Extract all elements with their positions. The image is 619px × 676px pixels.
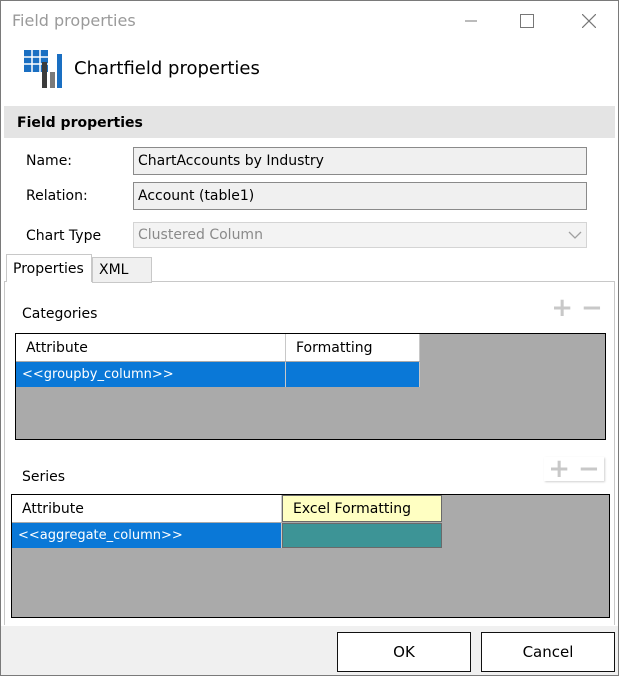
series-col-excel-formatting[interactable]: Excel Formatting [282, 495, 442, 522]
categories-grid[interactable]: Attribute Formatting <<groupby_column>> [15, 333, 606, 440]
chevron-down-icon [568, 231, 582, 239]
categories-label: Categories [22, 306, 98, 322]
series-row-excel-formatting[interactable] [282, 523, 442, 548]
categories-add-remove: + − [547, 295, 607, 321]
dialog-heading: Chartfield properties [74, 58, 260, 79]
chart-type-select[interactable]: Clustered Column [133, 222, 587, 248]
categories-col-formatting[interactable]: Formatting [286, 334, 420, 361]
cancel-button[interactable]: Cancel [481, 632, 615, 672]
categories-row-attribute[interactable]: <<groupby_column>> [16, 362, 286, 387]
remove-icon[interactable]: − [578, 456, 600, 482]
relation-field[interactable]: Account (table1) [133, 182, 587, 210]
name-field[interactable]: ChartAccounts by Industry [133, 147, 587, 175]
close-button[interactable] [566, 0, 612, 42]
series-label: Series [22, 469, 66, 485]
series-row-attribute[interactable]: <<aggregate_column>> [12, 523, 282, 548]
close-icon [582, 14, 596, 28]
series-grid[interactable]: Attribute Excel Formatting <<aggregate_c… [11, 494, 610, 618]
add-icon[interactable]: + [551, 295, 573, 321]
section-title: Field properties [17, 115, 143, 131]
chart-type-value: Clustered Column [138, 227, 263, 243]
series-col-attribute[interactable]: Attribute [12, 495, 282, 522]
categories-col-attribute[interactable]: Attribute [16, 334, 286, 361]
series-add-remove: + − [544, 456, 604, 482]
tab-xml[interactable]: XML [92, 257, 152, 283]
add-icon[interactable]: + [548, 456, 570, 482]
ok-button[interactable]: OK [337, 632, 471, 672]
chart-grid-icon [24, 50, 62, 88]
relation-label: Relation: [26, 188, 88, 204]
tab-properties[interactable]: Properties [6, 254, 92, 282]
maximize-icon [520, 14, 534, 28]
remove-icon[interactable]: − [581, 295, 603, 321]
categories-row-formatting[interactable] [286, 362, 420, 387]
chart-type-label: Chart Type [26, 228, 102, 244]
name-label: Name: [26, 153, 73, 169]
minimize-icon [465, 20, 477, 22]
minimize-button[interactable] [448, 0, 494, 42]
maximize-button[interactable] [504, 0, 550, 42]
window-title: Field properties [12, 11, 136, 30]
